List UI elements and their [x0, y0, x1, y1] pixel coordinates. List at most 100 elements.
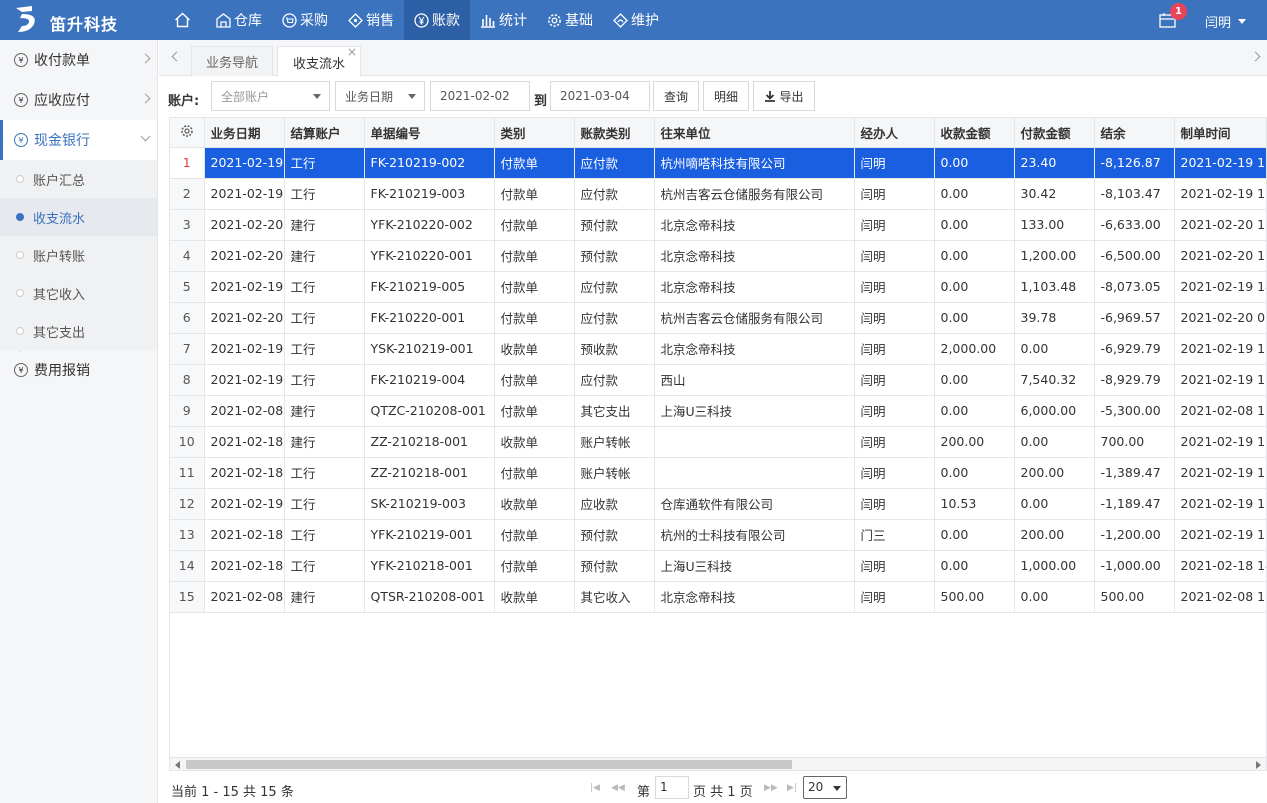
table-cell-acct: 工行 [284, 147, 365, 179]
date-to-input[interactable]: 2021-03-04 [550, 81, 650, 111]
col-header[interactable]: 业务日期 [204, 118, 285, 148]
table-row[interactable]: 7 2021-02-19 工行 YSK-210219-001 收款单 预收款 北京念帝科技闫… [170, 333, 1266, 365]
last-page-icon[interactable]: ▶| [787, 783, 797, 793]
nav-basic[interactable]: 基础 [537, 0, 603, 40]
nav-maintenance[interactable]: 维护 [603, 0, 669, 40]
table-cell-date: 2021-02-18 [204, 550, 285, 582]
nav-home[interactable] [162, 0, 206, 40]
table-cell-party: 杭州吉客云仓储服务有限公司 [654, 178, 855, 210]
tab-cash-flow[interactable]: 收支流水 × [277, 45, 361, 77]
export-button[interactable]: 导出 [753, 81, 815, 111]
notification-badge: 1 [1170, 3, 1187, 20]
chevron-right-icon[interactable] [1250, 51, 1261, 62]
row-number: 2 [170, 178, 205, 210]
close-icon[interactable]: × [347, 45, 357, 59]
table-cell-date: 2021-02-20 [204, 240, 285, 272]
table-cell-recv: 0.00 [934, 457, 1015, 489]
table-row[interactable]: 13 2021-02-18 工行 YFK-210219-001 付款单 预付款 杭州的士科技… [170, 519, 1266, 551]
table-row[interactable]: 15 2021-02-08 建行 QTSR-210208-001 收款单 其它收入 北京念帝… [170, 581, 1266, 613]
date-from-input[interactable]: 2021-02-02 [430, 81, 530, 111]
table-cell-handler: 闫明 [854, 333, 935, 365]
horizontal-scrollbar[interactable] [169, 757, 1267, 771]
col-header[interactable]: 收款金额 [934, 118, 1015, 148]
query-button[interactable]: 查询 [653, 81, 699, 111]
sidebar-item-account-summary[interactable]: 账户汇总 [0, 160, 157, 198]
row-number: 5 [170, 271, 205, 303]
account-select[interactable]: 全部账户 [211, 81, 330, 111]
col-header[interactable]: 付款金额 [1014, 118, 1095, 148]
sidebar-item-other-expense[interactable]: 其它支出 [0, 312, 157, 350]
nav-accounts[interactable]: 账款 [404, 0, 470, 40]
table-row[interactable]: 11 2021-02-18 工行 ZZ-210218-001 付款单 账户转帐 闫明 0.00… [170, 457, 1266, 489]
nav-sales[interactable]: 销售 [338, 0, 404, 40]
table-cell-pay: 6,000.00 [1014, 395, 1095, 427]
col-header[interactable]: 制单时间 [1174, 118, 1266, 148]
chevron-down-icon[interactable] [1238, 19, 1246, 24]
table-cell-cat: 预付款 [574, 550, 655, 582]
table-row[interactable]: 9 2021-02-08 建行 QTZC-210208-001 付款单 其它支出 上海U三科… [170, 395, 1266, 427]
scroll-left-icon[interactable] [175, 761, 180, 769]
table-cell-party: 杭州吉客云仓储服务有限公司 [654, 302, 855, 334]
sidebar-item-other-income[interactable]: 其它收入 [0, 274, 157, 312]
table-cell-date: 2021-02-19 [204, 333, 285, 365]
col-header[interactable]: 经办人 [854, 118, 935, 148]
table-row[interactable]: 5 2021-02-19 工行 FK-210219-005 付款单 应付款 北京念帝科技 闫明… [170, 271, 1266, 303]
next-page-icon[interactable]: ▶▶ [764, 783, 778, 793]
table-cell-handler: 闫明 [854, 426, 935, 458]
table-cell-no: FK-210219-005 [364, 271, 495, 303]
table-cell-recv: 0.00 [934, 178, 1015, 210]
col-header[interactable]: 往来单位 [654, 118, 855, 148]
row-number: 14 [170, 550, 205, 582]
column-settings[interactable] [170, 118, 205, 148]
tree-dot-icon [16, 175, 24, 183]
table-row[interactable]: 8 2021-02-19 工行 FK-210219-004 付款单 应付款 西山 闫明 0.00… [170, 364, 1266, 396]
nav-warehouse[interactable]: 仓库 [206, 0, 272, 40]
scrollbar-thumb[interactable] [186, 760, 792, 769]
table-cell-bal: -6,969.57 [1094, 302, 1175, 334]
sidebar-item-cash-flow[interactable]: 收支流水 [0, 198, 157, 236]
table-row[interactable]: 3 2021-02-20 建行 YFK-210220-002 付款单 预付款 北京念帝科技闫… [170, 209, 1266, 241]
table-cell-created: 2021-02-19 13 [1174, 426, 1266, 458]
first-page-icon[interactable]: |◀ [590, 783, 600, 793]
table-cell-party: 杭州的士科技有限公司 [654, 519, 855, 551]
table-cell-acct: 建行 [284, 581, 365, 613]
col-header[interactable]: 账款类别 [574, 118, 655, 148]
sidebar-group-expense-claims[interactable]: ¥ 费用报销 [0, 350, 157, 390]
table-cell-cat: 预付款 [574, 519, 655, 551]
tab-business-nav[interactable]: 业务导航 [191, 46, 273, 76]
table-row[interactable]: 6 2021-02-20 工行 FK-210220-001 付款单 应付款 杭州吉客云仓储服… [170, 302, 1266, 334]
scroll-right-icon[interactable] [1256, 761, 1261, 769]
sidebar-item-account-transfer[interactable]: 账户转账 [0, 236, 157, 274]
table-cell-date: 2021-02-08 [204, 581, 285, 613]
page-input[interactable]: 1 [655, 776, 689, 799]
col-header[interactable]: 类别 [494, 118, 575, 148]
table-row[interactable]: 10 2021-02-18 建行 ZZ-210218-001 收款单 账户转帐 闫明 200.… [170, 426, 1266, 458]
row-number: 6 [170, 302, 205, 334]
col-header[interactable]: 结余 [1094, 118, 1175, 148]
chevron-left-icon[interactable] [171, 51, 182, 62]
detail-button[interactable]: 明细 [703, 81, 749, 111]
date-type-select[interactable]: 业务日期 [335, 81, 425, 111]
sidebar-group-receipts[interactable]: ¥ 收付款单 [0, 40, 157, 80]
table-cell-bal: 500.00 [1094, 581, 1175, 613]
prev-page-icon[interactable]: ◀◀ [611, 783, 625, 793]
table-row[interactable]: 14 2021-02-18 工行 YFK-210218-001 付款单 预付款 上海U三科技… [170, 550, 1266, 582]
table-row[interactable]: 12 2021-02-19 工行 SK-210219-003 收款单 应收款 仓库通软件有限… [170, 488, 1266, 520]
top-navbar: 笛升科技 仓库 采购 销售 账款 统计 基础 维护 1 闫明 [0, 0, 1267, 40]
table-row[interactable]: 1 2021-02-19 工行 FK-210219-002 付款单 应付款 杭州嘀嗒科技有限… [170, 147, 1266, 179]
col-header[interactable]: 单据编号 [364, 118, 495, 148]
table-cell-created: 2021-02-19 12 [1174, 178, 1266, 210]
nav-purchase[interactable]: 采购 [272, 0, 338, 40]
table-row[interactable]: 4 2021-02-20 建行 YFK-210220-001 付款单 预付款 北京念帝科技闫… [170, 240, 1266, 272]
user-menu[interactable]: 闫明 [1205, 12, 1231, 31]
sidebar-group-cash-bank[interactable]: ¥ 现金银行 [0, 120, 157, 160]
table-row[interactable]: 2 2021-02-19 工行 FK-210219-003 付款单 应付款 杭州吉客云仓储服… [170, 178, 1266, 210]
table-cell-created: 2021-02-20 10 [1174, 240, 1266, 272]
nav-statistics[interactable]: 统计 [470, 0, 537, 40]
sidebar-group-receivables[interactable]: ¥ 应收应付 [0, 80, 157, 120]
col-header[interactable]: 结算账户 [284, 118, 365, 148]
table-cell-cat: 应付款 [574, 302, 655, 334]
page-size-select[interactable]: 20 [803, 776, 847, 799]
table-cell-no: FK-210219-002 [364, 147, 495, 179]
table-cell-recv: 0.00 [934, 519, 1015, 551]
